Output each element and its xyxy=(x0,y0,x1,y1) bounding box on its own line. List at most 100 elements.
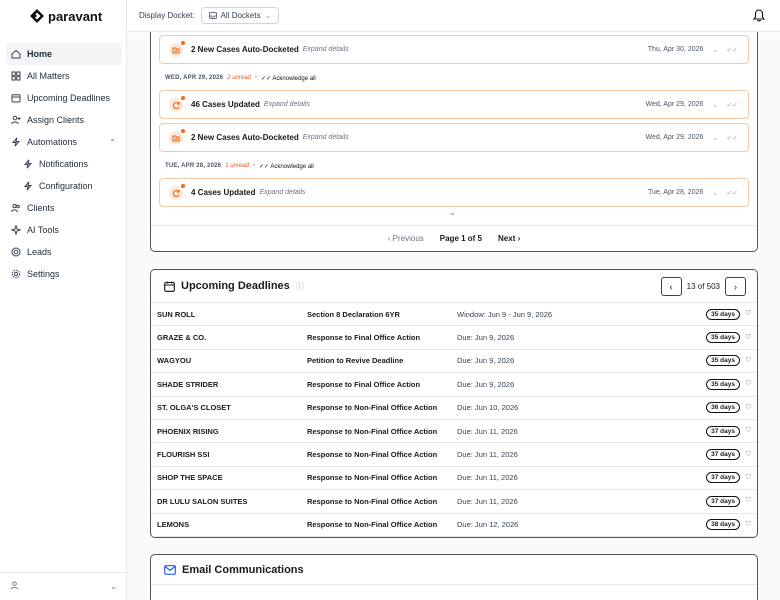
shield-icon[interactable]: ⛉ xyxy=(746,474,751,482)
deadline-action: Response to Non-Final Office Action xyxy=(307,426,438,436)
table-row[interactable]: SHADE STRIDER Response to Final Office Ac… xyxy=(151,373,757,397)
sidebar-item-label: Automations xyxy=(27,137,78,147)
deadline-due: Due: Jun 9, 2026 xyxy=(457,356,515,366)
sidebar-item-label: Settings xyxy=(27,269,60,279)
acknowledge-all-button[interactable]: ✓✓ Acknowledge all xyxy=(259,163,314,170)
sidebar-item-settings[interactable]: Settings xyxy=(6,263,122,285)
sidebar-item-leads[interactable]: Leads xyxy=(6,241,122,263)
upcoming-deadlines-card: Upcoming Deadlines ⓘ ‹ 13 of 503 › SUN R… xyxy=(150,269,758,538)
shield-icon[interactable]: ⛉ xyxy=(746,310,751,318)
docket-select[interactable]: All Dockets ⌄ xyxy=(200,7,280,24)
brand-logo[interactable]: paravant xyxy=(30,7,102,25)
days-badge: 36 days xyxy=(706,402,740,414)
days-badge: 38 days xyxy=(706,519,740,531)
shield-icon[interactable]: ⛉ xyxy=(746,521,751,529)
user-plus-icon xyxy=(10,115,21,126)
table-row[interactable]: ST. OLGA'S CLOSET Response to Non-Final O… xyxy=(151,397,757,420)
expand-details-link[interactable]: Expand details xyxy=(264,101,310,108)
shield-icon[interactable]: ⛉ xyxy=(746,357,751,365)
refresh-icon xyxy=(169,183,185,200)
unread-dot xyxy=(181,95,185,100)
deadline-action: Response to Final Office Action xyxy=(307,333,421,343)
expand-details-link[interactable]: Expand details xyxy=(303,46,349,53)
sidebar-item-configuration[interactable]: Configuration xyxy=(6,175,122,197)
topbar: Display Docket: All Dockets ⌄ xyxy=(127,0,780,32)
days-badge: 37 days xyxy=(706,495,740,507)
deadline-action: Response to Non-Final Office Action xyxy=(307,496,438,506)
notification-item[interactable]: 2 New Cases Auto-Docketed Expand details W… xyxy=(159,123,749,152)
mark-name: FLOURISH SSI xyxy=(157,450,210,460)
user-menu[interactable]: ⌄ xyxy=(0,572,127,600)
sidebar-item-all-matters[interactable]: All Matters xyxy=(6,65,122,87)
table-row[interactable]: GRAZE & CO. Response to Final Office Acti… xyxy=(151,326,757,350)
table-row[interactable]: SUN ROLL Section 8 Declaration 6YR Window:… xyxy=(151,303,757,327)
double-check-icon: ✓✓ xyxy=(261,75,272,82)
sidebar-item-label: Upcoming Deadlines xyxy=(27,93,111,103)
notification-item[interactable]: 4 Cases Updated Expand details Tue, Apr 28… xyxy=(159,178,749,207)
table-row[interactable]: FLOURISH SSI Response to Non-Final Office… xyxy=(151,443,757,467)
sidebar-item-notifications[interactable]: Notifications xyxy=(6,153,122,175)
sidebar-item-ai-tools[interactable]: AI Tools xyxy=(6,219,122,241)
deadline-count: 13 of 503 xyxy=(686,282,720,291)
sidebar-item-upcoming-deadlines[interactable]: Upcoming Deadlines xyxy=(6,87,122,109)
chevron-down-icon[interactable]: ⌄ xyxy=(712,101,718,109)
deadline-due: Due: Jun 10, 2026 xyxy=(457,403,519,413)
sidebar-nav: Home All Matters Upcoming Deadlines Assign … xyxy=(6,43,122,285)
table-row[interactable]: WAGYOU Petition to Revive Deadline Due: Ju… xyxy=(151,350,757,374)
brand-name: paravant xyxy=(48,8,103,24)
chevron-down-icon[interactable]: ⌄ xyxy=(712,134,718,142)
scroll-down-icon[interactable]: ⌄ xyxy=(449,208,456,217)
shield-icon[interactable]: ⛉ xyxy=(746,451,751,459)
mark-name: ST. OLGA'S CLOSET xyxy=(157,403,231,413)
notification-date-group: WED, APR 29, 2026 2 unread • ✓✓ Acknowledge… xyxy=(165,73,316,83)
sidebar-item-home[interactable]: Home xyxy=(6,43,122,65)
deadline-due: Due: Jun 11, 2026 xyxy=(457,496,518,506)
notifications-card: ⌄ ‹ Previous Page 1 of 5 Next › 2 New Ca… xyxy=(150,32,758,252)
table-row[interactable]: LEMONS Response to Non-Final Office Actio… xyxy=(151,514,757,537)
deadlines-title: Upcoming Deadlines xyxy=(181,280,290,292)
mail-icon xyxy=(164,564,176,575)
chevron-down-icon[interactable]: ⌄ xyxy=(712,46,718,54)
chevron-down-icon: ⌄ xyxy=(110,582,117,591)
chevron-down-icon[interactable]: ⌄ xyxy=(712,189,718,197)
deadline-action: Section 8 Declaration 6YR xyxy=(307,309,400,319)
double-check-icon[interactable]: ✓✓ xyxy=(726,101,738,109)
previous-deadline-button[interactable]: ‹ xyxy=(660,277,682,296)
shield-icon[interactable]: ⛉ xyxy=(746,427,751,435)
shield-icon[interactable]: ⛉ xyxy=(746,334,751,342)
table-row[interactable]: DR LULU SALON SUITES Response to Non-Fina… xyxy=(151,490,757,514)
table-row[interactable]: PHOENIX RISING Response to Non-Final Offi… xyxy=(151,420,757,444)
expand-details-link[interactable]: Expand details xyxy=(259,189,305,196)
sidebar-item-label: AI Tools xyxy=(27,225,59,235)
acknowledge-all-button[interactable]: ✓✓ Acknowledge all xyxy=(261,75,316,82)
notification-item[interactable]: 46 Cases Updated Expand details Wed, Apr 2… xyxy=(159,90,749,119)
info-icon[interactable]: ⓘ xyxy=(296,281,304,292)
previous-page-button[interactable]: ‹ Previous xyxy=(388,234,424,243)
deadline-action: Petition to Revive Deadline xyxy=(307,356,404,366)
notification-item[interactable]: 2 New Cases Auto-Docketed Expand details T… xyxy=(159,35,749,64)
home-icon xyxy=(10,49,21,60)
bell-icon[interactable] xyxy=(753,9,765,22)
sidebar-item-clients[interactable]: Clients xyxy=(6,197,122,219)
mark-name: SHADE STRIDER xyxy=(157,379,219,389)
table-row[interactable]: SHOP THE SPACE Response to Non-Final Offi… xyxy=(151,467,757,491)
shield-icon[interactable]: ⛉ xyxy=(746,404,751,412)
shield-icon[interactable]: ⛉ xyxy=(746,380,751,388)
notification-title: 4 Cases Updated xyxy=(191,188,256,197)
double-check-icon[interactable]: ✓✓ xyxy=(726,189,738,197)
sidebar-item-label: All Matters xyxy=(27,71,70,81)
shield-icon[interactable]: ⛉ xyxy=(746,497,751,505)
email-communications-card: Email Communications xyxy=(150,554,758,600)
sidebar-item-assign-clients[interactable]: Assign Clients xyxy=(6,109,122,131)
double-check-icon[interactable]: ✓✓ xyxy=(726,134,738,142)
next-deadline-button[interactable]: › xyxy=(725,277,746,296)
folder-plus-icon xyxy=(169,128,185,145)
deadline-due: Due: Jun 12, 2026 xyxy=(457,520,519,530)
email-title: Email Communications xyxy=(182,563,304,576)
double-check-icon[interactable]: ✓✓ xyxy=(726,46,738,54)
sidebar-item-automations[interactable]: Automations ⌃ xyxy=(6,131,122,153)
next-page-button[interactable]: Next › xyxy=(498,234,520,243)
bolt-icon xyxy=(22,181,33,192)
faded-more-indicator xyxy=(151,217,757,225)
expand-details-link[interactable]: Expand details xyxy=(303,134,349,141)
